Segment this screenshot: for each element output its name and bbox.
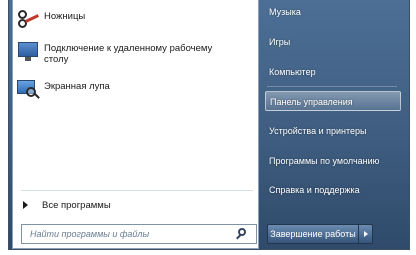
menu-item-default-programs[interactable]: Программы по умолчанию: [265, 151, 401, 171]
program-label: Ножницы: [44, 11, 86, 22]
all-programs-button[interactable]: Все программы: [23, 196, 253, 214]
menu-item-music[interactable]: Музыка: [265, 2, 401, 22]
menu-item-devices-printers[interactable]: Устройства и принтеры: [265, 121, 401, 141]
divider: [267, 86, 397, 87]
all-programs-label: Все программы: [42, 199, 111, 211]
magnifier-icon: [17, 78, 40, 100]
divider: [21, 190, 253, 191]
shutdown-button[interactable]: Завершение работы: [267, 224, 359, 244]
shutdown-options-button[interactable]: [359, 224, 373, 244]
menu-item-help-support[interactable]: Справка и поддержка: [265, 180, 401, 200]
menu-item-games[interactable]: Игры: [265, 32, 401, 52]
shutdown-group: Завершение работы: [267, 224, 373, 244]
search-input[interactable]: [22, 225, 234, 243]
search-icon[interactable]: [234, 225, 252, 243]
menu-item-control-panel[interactable]: Панель управления: [265, 91, 401, 111]
search-box: [21, 224, 257, 244]
program-item-snipping-tool[interactable]: Ножницы: [17, 8, 253, 42]
arrow-right-icon: [23, 201, 28, 209]
scissors-icon: [17, 8, 39, 30]
program-label: Экранная лупа: [44, 81, 110, 92]
program-label: Подключение к удаленному рабочему столу: [44, 43, 213, 65]
program-item-remote-desktop[interactable]: Подключение к удаленному рабочему столу: [17, 40, 253, 74]
menu-item-computer[interactable]: Компьютер: [265, 62, 401, 82]
start-menu: Ножницы Подключение к удаленному рабочем…: [8, 0, 410, 250]
chevron-right-icon: [363, 231, 368, 237]
program-item-magnifier[interactable]: Экранная лупа: [17, 78, 253, 112]
programs-panel: Ножницы Подключение к удаленному рабочем…: [12, 0, 259, 249]
remote-desktop-icon: [17, 40, 39, 62]
